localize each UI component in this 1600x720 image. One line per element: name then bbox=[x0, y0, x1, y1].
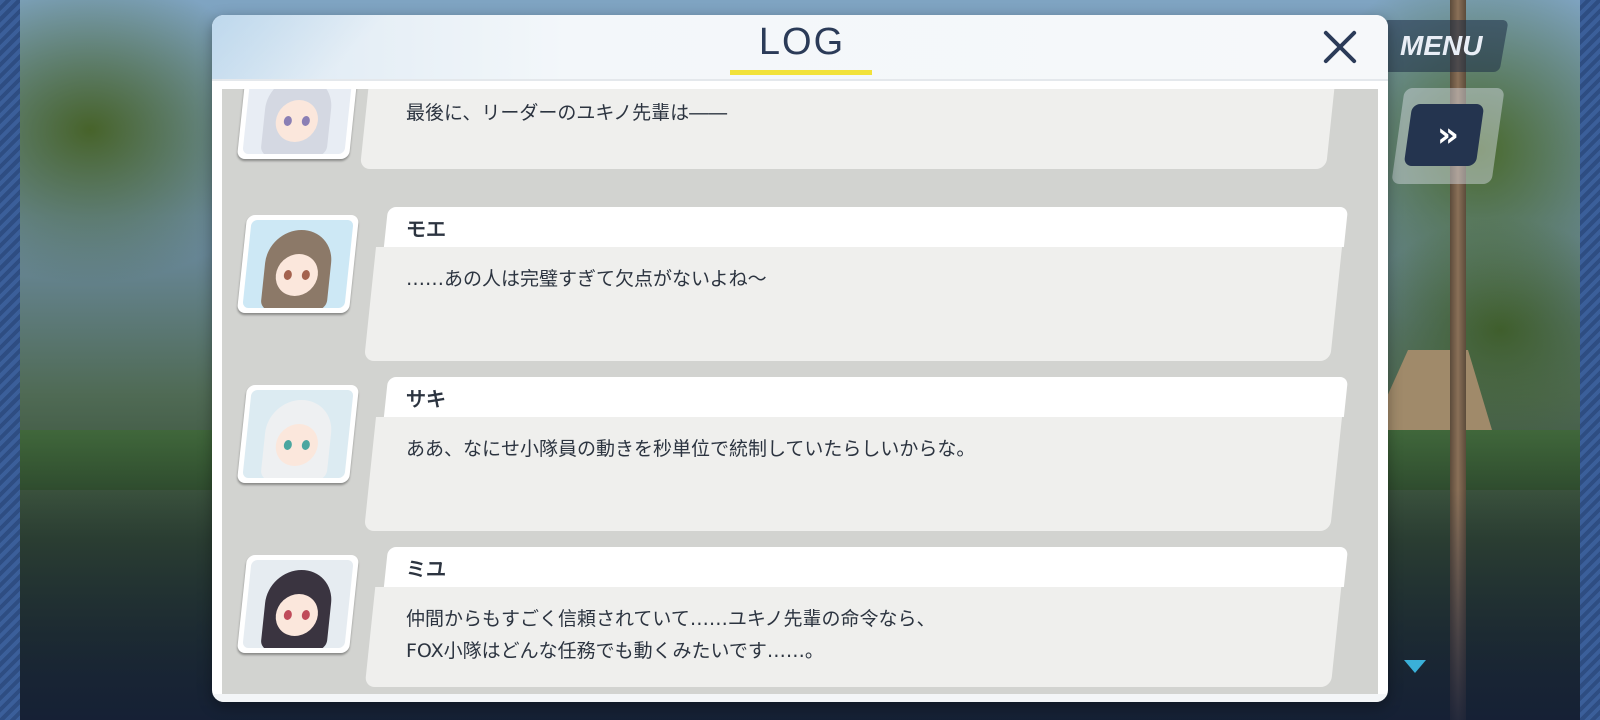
silver-hair-character-portrait bbox=[236, 89, 360, 159]
log-title: LOG bbox=[758, 21, 846, 63]
menu-button-label: MENU bbox=[1399, 30, 1483, 61]
fast-forward-icon: » bbox=[1437, 115, 1451, 155]
speaker-name: ミユ bbox=[406, 557, 446, 581]
right-border-decoration bbox=[1580, 0, 1600, 720]
moe-portrait bbox=[236, 215, 360, 313]
fast-forward-button[interactable]: » bbox=[1403, 104, 1485, 166]
speaker-name: モエ bbox=[406, 217, 446, 241]
left-border-decoration bbox=[0, 0, 20, 720]
next-arrow-icon bbox=[1404, 660, 1426, 673]
log-panel: LOG 最後に、リーダーのユキノ先輩は―― モエ ……あの人は完璧すぎて欠点がな… bbox=[212, 15, 1388, 702]
speaker-name-plate bbox=[383, 377, 1349, 417]
log-footer bbox=[212, 694, 1388, 702]
background-tent bbox=[1372, 350, 1492, 430]
close-icon[interactable] bbox=[1320, 27, 1360, 67]
dialogue-text: ああ、なにせ小隊員の動きを秒単位で統制していたらしいからな。 bbox=[406, 438, 976, 460]
speaker-name-plate bbox=[383, 547, 1349, 587]
log-list[interactable]: 最後に、リーダーのユキノ先輩は―― モエ ……あの人は完璧すぎて欠点がないよね～ bbox=[222, 89, 1378, 695]
log-entry: モエ ……あの人は完璧すぎて欠点がないよね～ bbox=[222, 207, 1378, 367]
miyu-portrait bbox=[236, 555, 360, 653]
dialogue-text: 仲間からもすごく信頼されていて……ユキノ先輩の命令なら、 FOX小隊はどんな任務… bbox=[406, 608, 936, 662]
log-entry: 最後に、リーダーのユキノ先輩は―― bbox=[222, 89, 1378, 169]
log-header: LOG bbox=[212, 15, 1388, 81]
menu-button[interactable]: MENU bbox=[1373, 20, 1509, 72]
speaker-name-plate bbox=[383, 207, 1349, 247]
dialogue-text: 最後に、リーダーのユキノ先輩は―― bbox=[406, 102, 728, 124]
log-entry: サキ ああ、なにせ小隊員の動きを秒単位で統制していたらしいからな。 bbox=[222, 377, 1378, 537]
dialogue-text: ……あの人は完璧すぎて欠点がないよね～ bbox=[406, 268, 767, 290]
saki-portrait bbox=[236, 385, 360, 483]
log-title-underline bbox=[730, 70, 872, 75]
speaker-name: サキ bbox=[406, 387, 446, 411]
log-entry: ミユ 仲間からもすごく信頼されていて……ユキノ先輩の命令なら、 FOX小隊はどん… bbox=[222, 547, 1378, 695]
